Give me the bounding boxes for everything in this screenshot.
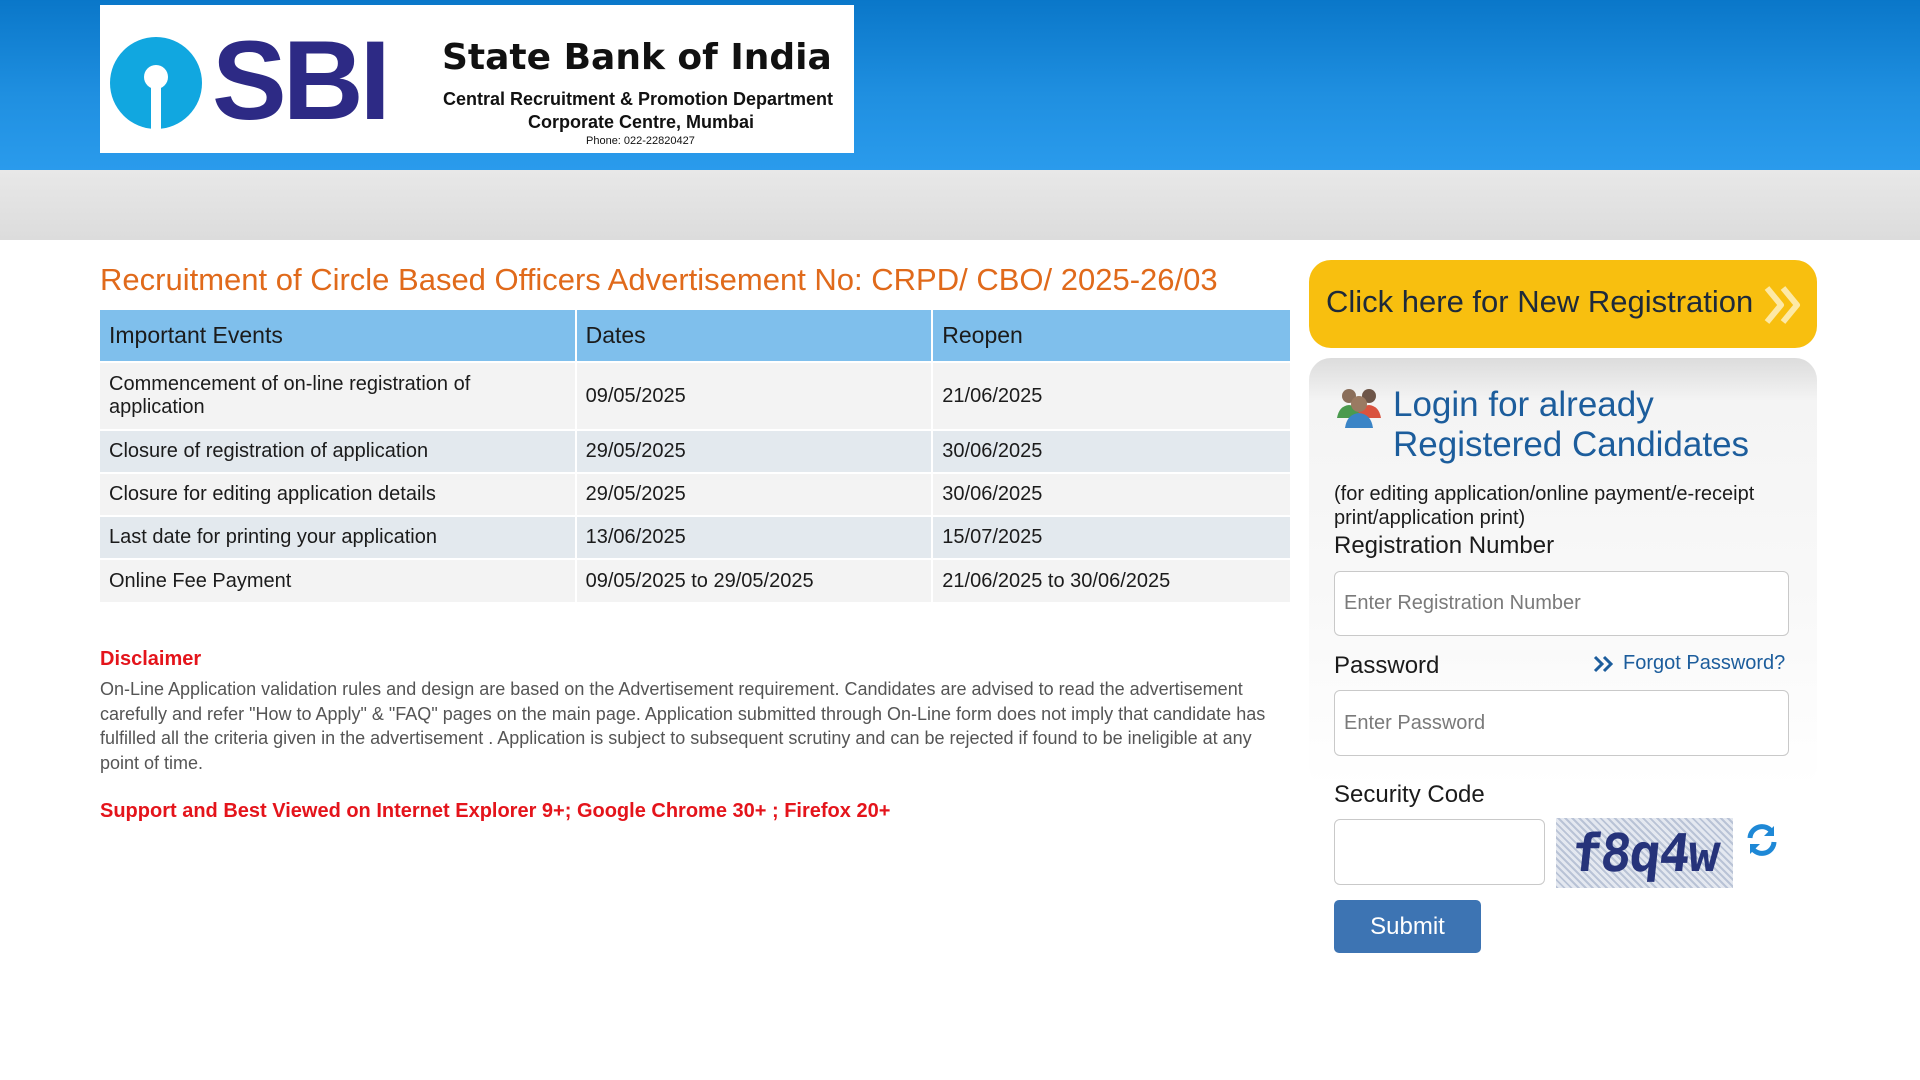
- table-row: Closure of registration of application 2…: [100, 429, 1292, 473]
- table-cell: Online Fee Payment: [100, 558, 577, 602]
- users-icon: [1337, 389, 1381, 428]
- table-cell: 13/06/2025: [575, 515, 934, 559]
- table-header-row: Important Events Dates Reopen: [100, 310, 1292, 362]
- table-cell: 29/05/2025: [575, 429, 934, 473]
- table-cell: 15/07/2025: [932, 515, 1292, 559]
- bank-name: State Bank of India: [442, 37, 832, 78]
- disclaimer-text: On-Line Application validation rules and…: [100, 679, 1266, 773]
- browser-support-note: Support and Best Viewed on Internet Expl…: [100, 800, 891, 822]
- location: Corporate Centre, Mumbai: [528, 112, 755, 132]
- table-cell: 09/05/2025 to 29/05/2025: [575, 558, 934, 602]
- forgot-password-link[interactable]: Forgot Password?: [1623, 652, 1785, 675]
- table-cell: Closure for editing application details: [100, 472, 577, 516]
- submit-button[interactable]: Submit: [1334, 900, 1481, 953]
- password-input[interactable]: [1334, 690, 1789, 756]
- table-cell: 21/06/2025: [932, 361, 1292, 430]
- column-header: Important Events: [100, 310, 577, 362]
- table-cell: 30/06/2025: [932, 429, 1292, 473]
- new-registration-button[interactable]: Click here for New Registration: [1309, 260, 1817, 348]
- table-cell: Closure of registration of application: [100, 429, 577, 473]
- table-row: Commencement of on-line registration of …: [100, 361, 1292, 430]
- registration-number-label: Registration Number: [1334, 532, 1555, 559]
- table-cell: 09/05/2025: [575, 361, 934, 430]
- page-title: Recruitment of Circle Based Officers Adv…: [100, 262, 1218, 297]
- registration-number-input[interactable]: [1334, 571, 1789, 636]
- table-cell: 21/06/2025 to 30/06/2025: [932, 558, 1292, 602]
- security-code-label: Security Code: [1334, 781, 1485, 808]
- nav-bar: [0, 170, 1920, 240]
- sbi-logo-text: SBI: [212, 18, 391, 143]
- table-row: Closure for editing application details …: [100, 472, 1292, 516]
- sbi-keyhole-logo-icon: [110, 37, 202, 129]
- login-subtitle: (for editing application/online payment/…: [1334, 483, 1755, 529]
- login-title: Login for already Registered Candidates: [1393, 385, 1750, 464]
- password-label: Password: [1334, 652, 1440, 679]
- disclaimer-title: Disclaimer: [100, 648, 202, 670]
- table-cell: Last date for printing your application: [100, 515, 577, 559]
- table-row: Online Fee Payment 09/05/2025 to 29/05/2…: [100, 558, 1292, 602]
- column-header: Dates: [575, 310, 934, 362]
- new-registration-label: Click here for New Registration: [1326, 284, 1754, 319]
- refresh-icon[interactable]: [1744, 822, 1780, 858]
- captcha-image: f8q4w: [1556, 818, 1733, 888]
- column-header: Reopen: [932, 310, 1292, 362]
- department-name: Central Recruitment & Promotion Departme…: [443, 89, 834, 109]
- security-code-input[interactable]: [1334, 819, 1545, 885]
- table-row: Last date for printing your application …: [100, 515, 1292, 559]
- sbi-logo-banner: SBI State Bank of India Central Recruitm…: [100, 5, 854, 153]
- double-chevron-right-icon: [1764, 286, 1800, 324]
- site-header: SBI State Bank of India Central Recruitm…: [0, 0, 1920, 170]
- forgot-chevron-icon: [1593, 655, 1614, 673]
- table-cell: 30/06/2025: [932, 472, 1292, 516]
- table-cell: Commencement of on-line registration of …: [100, 361, 577, 430]
- phone-number: Phone: 022-22820427: [586, 135, 695, 147]
- table-cell: 29/05/2025: [575, 472, 934, 516]
- important-events-table: Important Events Dates Reopen Commenceme…: [100, 310, 1292, 602]
- captcha-text: f8q4w: [1568, 824, 1721, 884]
